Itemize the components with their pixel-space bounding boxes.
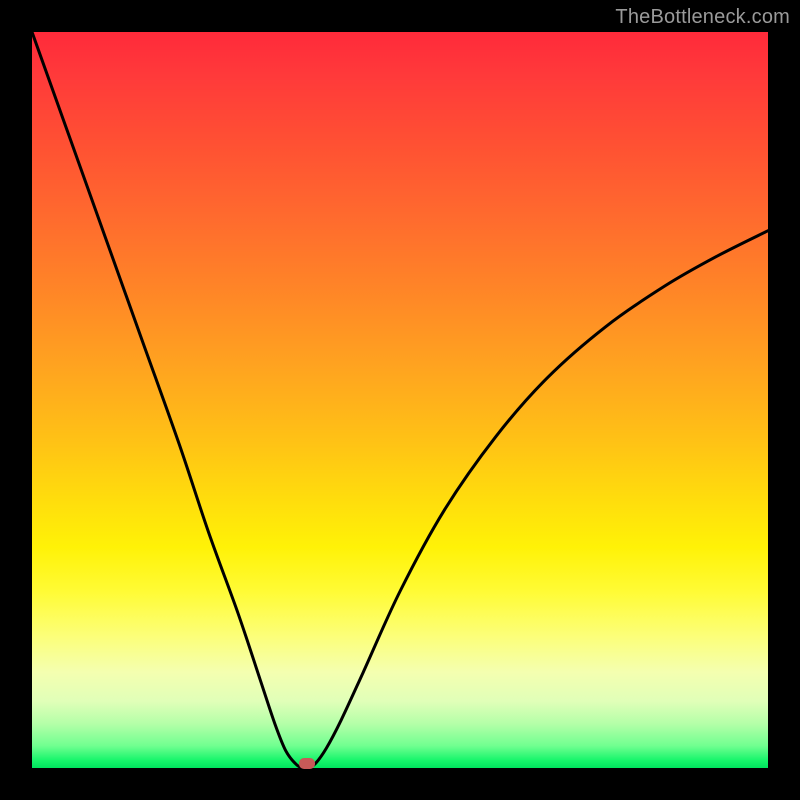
chart-frame: TheBottleneck.com [0, 0, 800, 800]
watermark-text: TheBottleneck.com [615, 6, 790, 29]
bottleneck-curve [32, 32, 768, 768]
plot-area [32, 32, 768, 768]
optimum-marker [299, 758, 315, 769]
